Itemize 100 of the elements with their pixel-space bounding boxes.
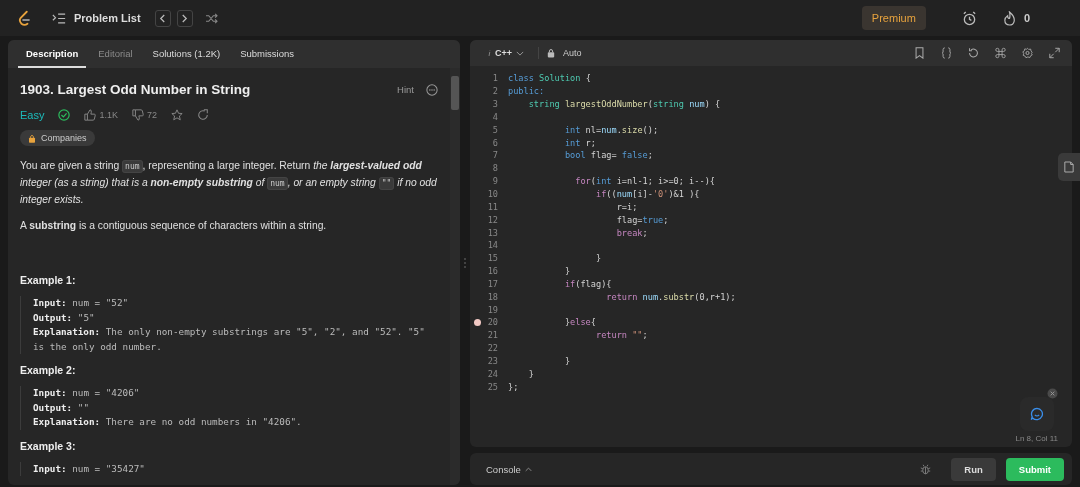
command-icon[interactable] xyxy=(995,47,1006,59)
tab[interactable]: Submissions xyxy=(232,40,303,68)
next-button[interactable] xyxy=(176,9,193,27)
flame-icon[interactable] xyxy=(1002,10,1016,26)
line-number: 2 xyxy=(491,86,498,97)
line-number: 5 xyxy=(491,124,498,135)
scrollbar[interactable] xyxy=(450,68,460,485)
code-line: if(flag){ xyxy=(563,278,612,289)
line-number: 3 xyxy=(491,99,498,110)
line-number: 11 xyxy=(486,201,498,212)
problem-list-title[interactable]: Problem List xyxy=(74,12,141,24)
thumbs-down-icon[interactable] xyxy=(132,109,144,121)
star-icon[interactable] xyxy=(171,109,183,121)
code-line: bool flag= false; xyxy=(563,150,653,161)
code-line: return ""; xyxy=(594,330,648,341)
line-number: 21 xyxy=(486,330,498,341)
likes-count: 1.1K xyxy=(99,110,118,120)
info-icon[interactable] xyxy=(426,83,438,96)
example-line: Input: num = "35427" xyxy=(33,461,146,476)
run-button[interactable]: Run xyxy=(951,457,996,481)
line-number: 19 xyxy=(486,304,498,315)
lock-icon xyxy=(28,133,36,143)
reset-icon[interactable] xyxy=(968,47,979,59)
example-line: Output: "5" xyxy=(33,310,96,325)
breakpoint-dot[interactable] xyxy=(473,318,481,326)
line-number: 1 xyxy=(491,73,498,84)
line-number: 17 xyxy=(486,278,498,289)
mode-label[interactable]: Auto xyxy=(563,48,582,58)
description-paragraph: You are given a string num , representing a large integer. Return the largest-valued odd integer (as a string) that is a non-empty substring of num , or an empty string "" if no odd integer exists. xyxy=(20,159,438,207)
line-number: 24 xyxy=(486,368,498,379)
chat-icon xyxy=(1030,407,1044,421)
line-number: 14 xyxy=(486,240,498,251)
code-line: r=i; xyxy=(615,201,638,212)
code-line: } xyxy=(563,356,571,366)
drag-handle-icon[interactable] xyxy=(464,257,466,268)
logo-icon[interactable] xyxy=(17,9,32,27)
code-line: } xyxy=(563,266,571,277)
list-icon[interactable] xyxy=(52,12,66,24)
cursor-position: Ln 8, Col 11 xyxy=(1015,434,1058,443)
example-line: Output: "" xyxy=(33,400,90,415)
line-number: 22 xyxy=(486,343,498,354)
code-line: return num.substr(0,r+1); xyxy=(605,291,736,302)
chevron-down-icon xyxy=(516,50,524,56)
example-line: Input: num = "52" xyxy=(33,296,130,310)
line-number: 23 xyxy=(486,356,498,366)
alarm-clock-icon[interactable] xyxy=(961,10,977,26)
share-icon[interactable] xyxy=(197,109,209,121)
example-heading: Example 2: xyxy=(20,364,77,376)
problem-title: 1903. Largest Odd Number in String xyxy=(20,82,252,97)
tab[interactable]: Description xyxy=(18,40,87,68)
language-selector[interactable]: C++ xyxy=(482,47,530,59)
premium-button[interactable]: Premium xyxy=(861,6,926,30)
code-line: int r; xyxy=(563,137,596,148)
chat-button[interactable] xyxy=(1020,397,1054,431)
line-number: 10 xyxy=(486,189,498,199)
tab[interactable]: Solutions (1.2K) xyxy=(144,40,229,68)
expand-icon[interactable] xyxy=(1049,47,1060,59)
close-icon[interactable] xyxy=(1047,388,1058,399)
previous-button[interactable] xyxy=(154,9,171,27)
line-number: 15 xyxy=(486,253,498,264)
example-line: Input: num = "4206" xyxy=(33,386,141,400)
chevron-right-icon xyxy=(181,13,189,23)
thumbs-up-icon[interactable] xyxy=(84,109,97,121)
braces-icon[interactable] xyxy=(941,47,952,59)
code-icon xyxy=(488,49,491,57)
console-toggle[interactable]: Console xyxy=(480,462,538,476)
companies-tag[interactable]: Companies xyxy=(20,130,95,146)
bookmark-icon[interactable] xyxy=(914,47,925,59)
settings-icon[interactable] xyxy=(1022,47,1033,59)
bug-icon[interactable] xyxy=(920,463,932,475)
chevron-up-icon xyxy=(524,466,532,472)
code-line: string largestOddNumber(string num) { xyxy=(527,99,721,110)
code-line: for(int i=nl-1; i>=0; i--){ xyxy=(574,176,715,187)
line-number: 7 xyxy=(491,150,498,161)
example-heading: Example 1: xyxy=(20,274,77,286)
line-number: 6 xyxy=(491,137,498,148)
shuffle-icon[interactable] xyxy=(204,12,218,24)
code-line: public: xyxy=(508,86,545,97)
code-line: } xyxy=(527,368,534,379)
example-heading: Example 3: xyxy=(20,439,77,452)
example-line: Explanation: The only non-empty substrings are "5", "2", and "52". "5" is the only odd number. xyxy=(33,325,426,354)
dislikes-count: 72 xyxy=(147,110,157,120)
code-line: }else{ xyxy=(563,317,596,328)
code-line: flag=true; xyxy=(615,214,669,225)
code-line: }; xyxy=(508,381,519,392)
line-number: 20 xyxy=(486,317,498,328)
example-line: Explanation: There are no odd numbers in "4206". xyxy=(33,415,303,429)
line-number: 13 xyxy=(486,227,498,238)
line-number: 9 xyxy=(491,176,498,187)
line-number: 18 xyxy=(486,291,498,302)
description-paragraph: A substring is a contiguous sequence of characters within a string. xyxy=(20,219,328,233)
code-line: if((num[i]-'0')&1 ){ xyxy=(594,189,700,199)
line-number: 25 xyxy=(486,381,498,392)
notes-tab[interactable] xyxy=(1058,153,1080,181)
code-line: break; xyxy=(615,227,648,238)
code-line: } xyxy=(594,253,602,264)
line-number: 16 xyxy=(486,266,498,277)
lock-icon xyxy=(547,48,555,58)
hint-link[interactable]: Hint xyxy=(397,84,414,95)
chevron-left-icon xyxy=(159,13,167,23)
